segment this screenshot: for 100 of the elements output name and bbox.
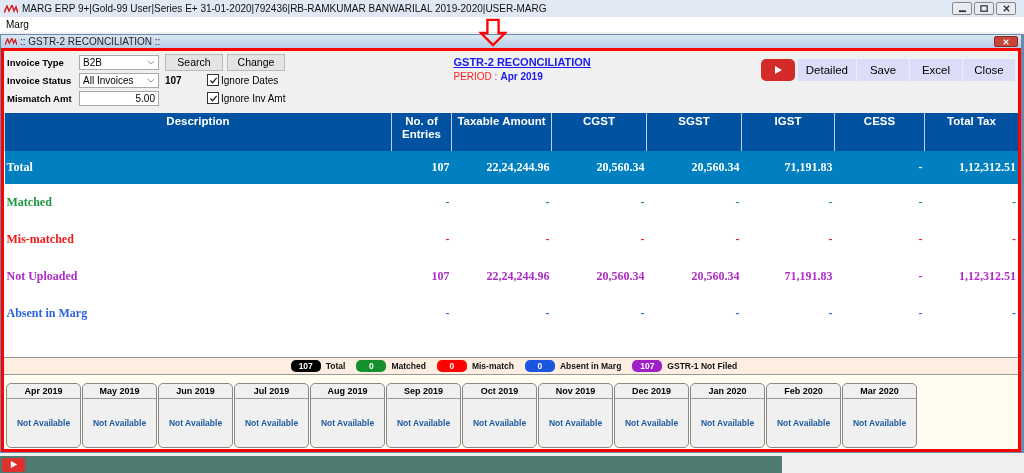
column-header: Description <box>4 113 392 151</box>
month-card[interactable]: May 2019 Not Available <box>82 383 157 448</box>
table-cell: - <box>741 184 835 221</box>
legend-label: Total <box>325 361 346 371</box>
table-cell: - <box>646 295 742 332</box>
count-badge: 0 <box>524 360 555 372</box>
chevron-down-icon <box>147 77 155 83</box>
table-cell: 71,191.83 <box>741 258 835 295</box>
table-row[interactable]: Matched - - - - - - - <box>4 184 1018 221</box>
month-status: Not Available <box>699 417 756 430</box>
table-cell: 1,12,312.51 <box>924 258 1018 295</box>
table-cell: - <box>924 221 1018 258</box>
table-cell: Not Uploaded <box>4 258 392 295</box>
table-cell: - <box>924 295 1018 332</box>
column-header: Total Tax <box>924 113 1018 151</box>
video-play-button[interactable] <box>760 59 795 81</box>
month-card[interactable]: Jun 2019 Not Available <box>158 383 233 448</box>
month-card[interactable]: Oct 2019 Not Available <box>462 383 537 448</box>
month-title: May 2019 <box>83 384 156 399</box>
close-button[interactable] <box>996 2 1016 15</box>
month-card[interactable]: Jul 2019 Not Available <box>234 383 309 448</box>
window-title: MARG ERP 9+|Gold-99 User|Series E+ 31-01-2020|792436|RB-RAMKUMAR BANWARILAL 2019-2020|USER-MARG <box>22 3 547 14</box>
table-cell: 20,560.34 <box>551 151 647 184</box>
month-status: Not Available <box>623 417 680 430</box>
count-badge: 107 <box>290 360 321 372</box>
checkbox[interactable] <box>207 92 219 104</box>
action-button[interactable]: Excel <box>910 59 962 81</box>
menu-item[interactable]: Marg <box>6 19 29 30</box>
action-button[interactable]: Close <box>963 59 1015 81</box>
table-row[interactable]: Not Uploaded 107 22,24,244.96 20,560.34 20,560.34 71,191.83 - 1,12,312.51 <box>4 258 1018 295</box>
legend-label: Mis-match <box>471 361 514 371</box>
month-card[interactable]: Nov 2019 Not Available <box>538 383 613 448</box>
table-cell: - <box>551 221 647 258</box>
table-cell: Absent in Marg <box>4 295 392 332</box>
month-title: Dec 2019 <box>615 384 688 399</box>
invoice-type-dropdown[interactable]: B2B <box>79 54 159 70</box>
count-badge: 107 <box>632 360 663 372</box>
month-status: Not Available <box>547 417 604 430</box>
column-header: No. of Entries <box>391 113 452 151</box>
table-cell: - <box>834 295 925 332</box>
table-cell: - <box>834 258 925 295</box>
month-title: Jul 2019 <box>235 384 308 399</box>
month-card[interactable]: Aug 2019 Not Available <box>310 383 385 448</box>
count-badge: 0 <box>356 360 387 372</box>
action-button[interactable]: Detailed <box>797 59 856 81</box>
mismatch-amount-label: Mismatch Amt <box>7 92 73 104</box>
action-button[interactable]: Save <box>857 59 909 81</box>
play-icon <box>772 65 783 75</box>
close-icon <box>1002 37 1010 46</box>
table-cell: 107 <box>391 151 452 184</box>
table-row[interactable]: Absent in Marg - - - - - - - <box>4 295 1018 332</box>
restore-button[interactable] <box>974 2 994 15</box>
legend-label: Absent in Marg <box>559 361 622 371</box>
month-title: Jan 2020 <box>691 384 764 399</box>
table-cell: - <box>551 295 647 332</box>
month-card[interactable]: Jan 2020 Not Available <box>690 383 765 448</box>
month-status: Not Available <box>243 417 300 430</box>
month-title: Sep 2019 <box>387 384 460 399</box>
month-card[interactable]: Apr 2019 Not Available <box>6 383 81 448</box>
change-button[interactable]: Change <box>227 53 285 71</box>
search-button[interactable]: Search <box>165 53 223 71</box>
month-status: Not Available <box>775 417 832 430</box>
table-cell: - <box>741 295 835 332</box>
table-cell: 20,560.34 <box>646 258 742 295</box>
month-card[interactable]: Feb 2020 Not Available <box>766 383 841 448</box>
month-title: Apr 2019 <box>7 384 80 399</box>
table-cell: - <box>391 184 452 221</box>
month-card[interactable]: Sep 2019 Not Available <box>386 383 461 448</box>
month-status: Not Available <box>15 417 72 430</box>
video-play-button[interactable] <box>2 457 25 472</box>
month-title: Jun 2019 <box>159 384 232 399</box>
minimize-button[interactable] <box>952 2 972 15</box>
table-cell: - <box>391 221 452 258</box>
month-status: Not Available <box>319 417 376 430</box>
table-cell: 1,12,312.51 <box>924 151 1018 184</box>
close-button[interactable] <box>994 36 1018 47</box>
invoice-status-dropdown[interactable]: All Invoices <box>79 72 159 88</box>
invoice-status-label: Invoice Status <box>7 74 73 86</box>
month-title: Nov 2019 <box>539 384 612 399</box>
column-header: SGST <box>646 113 742 151</box>
table-cell: Mis-matched <box>4 221 392 258</box>
play-icon <box>9 460 18 469</box>
table-cell: - <box>741 221 835 258</box>
logo-icon <box>5 38 17 45</box>
table-cell: 20,560.34 <box>551 258 647 295</box>
table-cell: 71,191.83 <box>741 151 835 184</box>
table-cell: 22,24,244.96 <box>451 258 552 295</box>
mismatch-amount-field[interactable]: 5.00 <box>79 90 159 106</box>
child-window-title: :: GSTR-2 RECONCILIATION :: <box>20 36 161 47</box>
table-row[interactable]: Mis-matched - - - - - - - <box>4 221 1018 258</box>
legend-label: GSTR-1 Not Filed <box>667 361 738 371</box>
table-cell: - <box>646 221 742 258</box>
table-cell: - <box>451 295 552 332</box>
month-card[interactable]: Mar 2020 Not Available <box>842 383 917 448</box>
month-card[interactable]: Dec 2019 Not Available <box>614 383 689 448</box>
table-cell: - <box>551 184 647 221</box>
checkbox[interactable] <box>207 74 219 86</box>
table-cell: - <box>646 184 742 221</box>
maximize-icon <box>979 4 989 13</box>
invoice-count: 107 <box>165 74 183 86</box>
